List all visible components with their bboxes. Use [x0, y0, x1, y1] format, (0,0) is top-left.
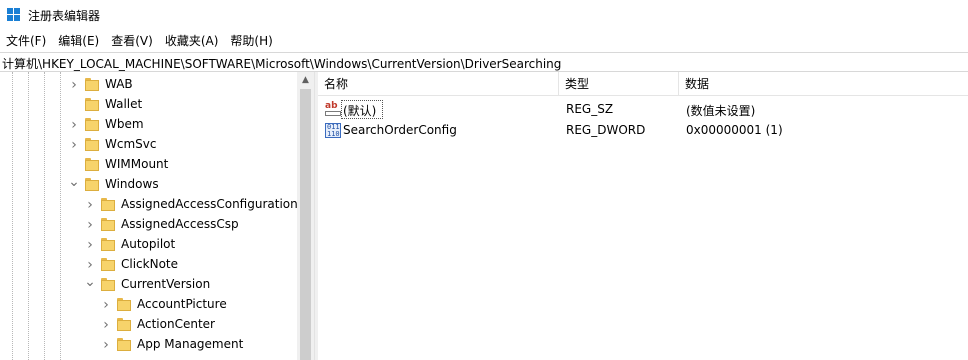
key-tree[interactable]: › WAB Wallet › Wbem › WcmSvc WIMMount ⌄ Windows › A…	[0, 72, 314, 360]
folder-icon	[85, 118, 99, 131]
tree-item-label: WAB	[105, 77, 133, 91]
column-header-name[interactable]: 名称	[318, 72, 559, 96]
registry-editor-icon	[7, 8, 21, 22]
value-name: (默认)	[343, 104, 377, 118]
chevron-right-icon[interactable]: ›	[100, 338, 112, 352]
value-data: (数值未设置)	[686, 104, 756, 118]
tree-item-label: AccountPicture	[137, 297, 227, 311]
folder-icon	[101, 238, 115, 251]
chevron-down-icon[interactable]: ⌄	[84, 275, 96, 289]
folder-icon	[85, 178, 99, 191]
address-bar[interactable]: 计算机\HKEY_LOCAL_MACHINE\SOFTWARE\Microsof…	[0, 52, 968, 72]
chevron-down-icon[interactable]: ⌄	[68, 175, 80, 189]
string-value-icon: ab	[325, 102, 341, 117]
folder-icon	[101, 218, 115, 231]
tree-item[interactable]: ⌄ Windows	[0, 175, 300, 195]
value-row[interactable]: ab (默认) REG_SZ (数值未设置)	[318, 99, 968, 120]
scroll-thumb[interactable]	[300, 89, 311, 360]
scroll-up-icon[interactable]: ▲	[297, 72, 314, 89]
value-type: REG_SZ	[566, 102, 614, 116]
chevron-right-icon[interactable]: ›	[84, 258, 96, 272]
chevron-right-icon[interactable]: ›	[100, 318, 112, 332]
tree-item[interactable]: › AccountPicture	[0, 295, 300, 315]
tree-item[interactable]: › WAB	[0, 75, 300, 95]
menu-favorites[interactable]: 收藏夹(A)	[159, 30, 225, 52]
tree-item-label: AssignedAccessConfiguration	[121, 197, 298, 211]
chevron-right-icon[interactable]: ›	[84, 198, 96, 212]
chevron-right-icon[interactable]: ›	[68, 118, 80, 132]
folder-icon	[85, 98, 99, 111]
tree-item[interactable]: › AssignedAccessCsp	[0, 215, 300, 235]
tree-item[interactable]: › AssignedAccessConfiguration	[0, 195, 300, 215]
tree-item[interactable]: Wallet	[0, 95, 300, 115]
folder-icon	[117, 298, 131, 311]
folder-icon	[117, 318, 131, 331]
tree-item-label: Autopilot	[121, 237, 176, 251]
tree-item[interactable]: ⌄ CurrentVersion	[0, 275, 300, 295]
folder-icon	[101, 198, 115, 211]
folder-icon	[85, 138, 99, 151]
tree-item[interactable]: › WcmSvc	[0, 135, 300, 155]
tree-item-label: WcmSvc	[105, 137, 157, 151]
dword-value-icon: 011 110	[325, 123, 341, 138]
chevron-right-icon[interactable]: ›	[68, 138, 80, 152]
tree-item[interactable]: › Autopilot	[0, 235, 300, 255]
tree-item-label: Windows	[105, 177, 159, 191]
folder-icon	[117, 338, 131, 351]
window-title: 注册表编辑器	[28, 9, 101, 23]
menu-bar: 文件(F) 编辑(E) 查看(V) 收藏夹(A) 帮助(H)	[0, 30, 968, 52]
column-header-type[interactable]: 类型	[559, 72, 679, 96]
folder-icon	[85, 158, 99, 171]
list-header: 名称 类型 数据	[318, 72, 968, 96]
chevron-right-icon[interactable]: ›	[84, 218, 96, 232]
chevron-right-icon[interactable]: ›	[84, 238, 96, 252]
menu-help[interactable]: 帮助(H)	[224, 30, 278, 52]
folder-icon	[85, 78, 99, 91]
tree-item[interactable]: WIMMount	[0, 155, 300, 175]
tree-item-label: WIMMount	[105, 157, 169, 171]
chevron-right-icon[interactable]: ›	[68, 78, 80, 92]
tree-item-label: AssignedAccessCsp	[121, 217, 239, 231]
folder-icon	[101, 258, 115, 271]
tree-item-label: Wallet	[105, 97, 143, 111]
tree-item[interactable]: › Wbem	[0, 115, 300, 135]
folder-icon	[101, 278, 115, 291]
address-path[interactable]: 计算机\HKEY_LOCAL_MACHINE\SOFTWARE\Microsof…	[2, 55, 561, 72]
value-row[interactable]: 011 110 SearchOrderConfig REG_DWORD 0x000…	[318, 120, 968, 141]
column-header-data[interactable]: 数据	[679, 72, 968, 96]
menu-edit[interactable]: 编辑(E)	[52, 30, 105, 52]
tree-item-label: ClickNote	[121, 257, 178, 271]
value-type: REG_DWORD	[566, 123, 646, 137]
chevron-right-icon[interactable]: ›	[100, 298, 112, 312]
tree-scrollbar[interactable]: ▲	[297, 72, 314, 360]
tree-item-label: CurrentVersion	[121, 277, 211, 291]
tree-item-label: App Management	[137, 337, 244, 351]
value-data: 0x00000001 (1)	[686, 123, 783, 137]
tree-item[interactable]: › ClickNote	[0, 255, 300, 275]
tree-item[interactable]: › ActionCenter	[0, 315, 300, 335]
tree-item[interactable]: › App Management	[0, 335, 300, 355]
tree-item-label: Wbem	[105, 117, 144, 131]
menu-view[interactable]: 查看(V)	[105, 30, 159, 52]
menu-file[interactable]: 文件(F)	[0, 30, 52, 52]
tree-item-label: ActionCenter	[137, 317, 215, 331]
value-name: SearchOrderConfig	[343, 123, 457, 137]
title-bar: 注册表编辑器	[0, 0, 968, 30]
value-list[interactable]: 名称 类型 数据 ab (默认) REG_SZ (数值未设置) 011 110 S…	[318, 72, 968, 360]
